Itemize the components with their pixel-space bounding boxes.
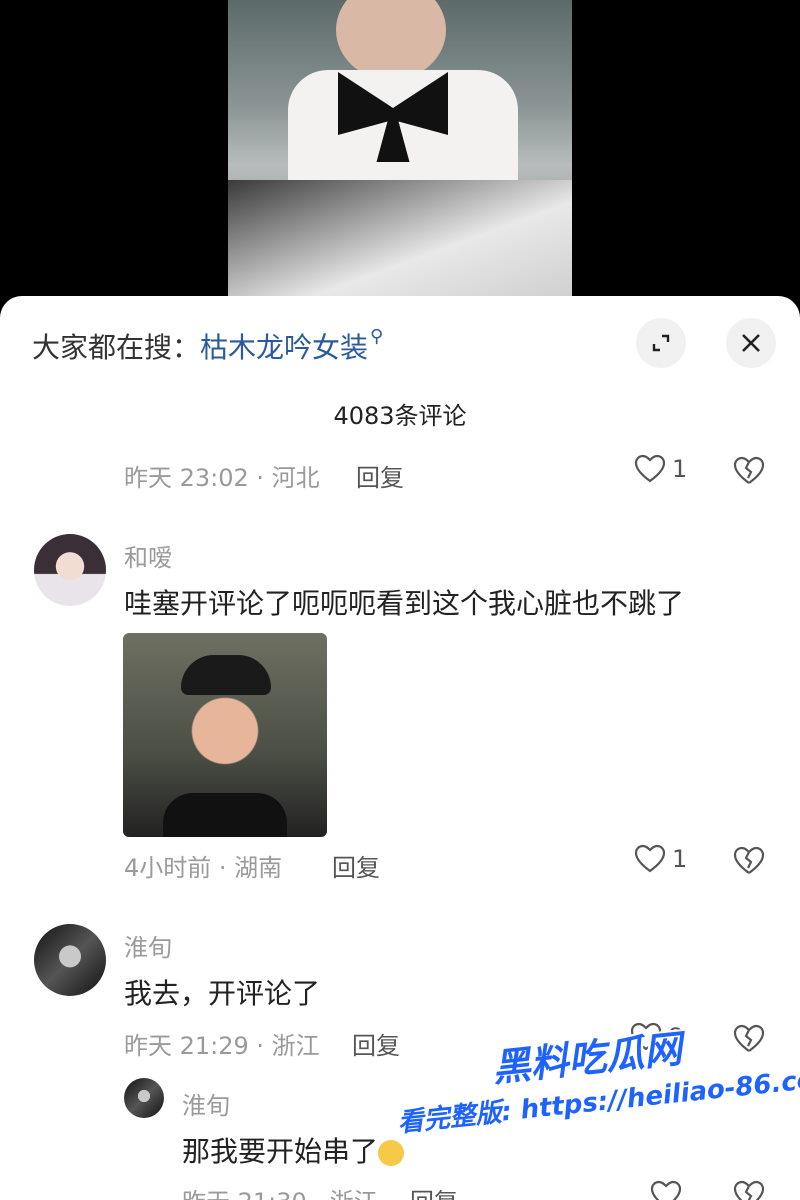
video-figure-head: [336, 0, 446, 80]
avatar[interactable]: [124, 1078, 164, 1118]
like-count: 1: [672, 455, 688, 483]
broken-heart-icon: [733, 846, 765, 874]
emoji-icon: [378, 1140, 405, 1166]
video-figure-skirt: [228, 180, 572, 300]
close-button[interactable]: [726, 318, 776, 368]
heart-icon: [634, 454, 666, 483]
like-button[interactable]: [650, 1180, 682, 1200]
broken-heart-icon: [733, 1180, 765, 1200]
expand-icon: [652, 334, 670, 352]
reply-button[interactable]: 回复: [332, 848, 380, 883]
comment-image-hair: [181, 655, 271, 695]
like-count: 1: [672, 845, 688, 873]
comment-time-location: 4小时前 · 湖南: [124, 854, 283, 882]
comment-text-content: 那我要开始串了: [182, 1135, 379, 1168]
video-frame: [228, 0, 572, 300]
comment-username[interactable]: 淮旬: [182, 1086, 230, 1121]
comment-text: 我去，开评论了: [124, 977, 321, 1010]
reply-button[interactable]: 回复: [410, 1182, 458, 1200]
comments-sheet: 大家都在搜：枯木龙吟女装 ⚲ 4083条评论 昨天 23:02 · 河北 回复 1…: [0, 296, 800, 1200]
comment-text: 哇塞开评论了呃呃呃看到这个我心脏也不跳了: [124, 587, 685, 620]
trending-search-term[interactable]: 枯木龙吟女装: [200, 331, 368, 364]
comment-time-location: 昨天 21:29 · 浙江: [124, 1032, 320, 1060]
comment-image-shirt: [163, 793, 287, 837]
comment-time-location: 昨天 23:02 · 河北: [124, 464, 320, 492]
dislike-button[interactable]: [733, 1180, 765, 1200]
trending-search[interactable]: 大家都在搜：枯木龙吟女装 ⚲: [32, 326, 383, 366]
dislike-button[interactable]: [733, 456, 765, 490]
like-button[interactable]: 1: [634, 844, 687, 874]
comment-time-location: 昨天 21:30 · 浙江: [182, 1182, 378, 1200]
expand-button[interactable]: [636, 318, 686, 368]
close-icon: [742, 334, 760, 352]
avatar[interactable]: [34, 534, 106, 606]
heart-icon: [634, 844, 666, 873]
comment-text: 那我要开始串了: [182, 1130, 405, 1170]
reply-button[interactable]: 回复: [356, 458, 404, 493]
broken-heart-icon: [733, 456, 765, 484]
comment-username[interactable]: 和嗳: [124, 538, 172, 573]
comment-username[interactable]: 淮旬: [124, 928, 172, 963]
dislike-button[interactable]: [733, 846, 765, 880]
video-player[interactable]: [0, 0, 800, 300]
heart-icon: [650, 1180, 682, 1200]
like-button[interactable]: 1: [634, 454, 687, 484]
trending-search-prefix: 大家都在搜：: [32, 331, 201, 364]
watermark: 黑料吃瓜网 看完整版: https://heiliao-86.com: [390, 1001, 800, 1139]
avatar[interactable]: [34, 924, 106, 996]
comment-count: 4083条评论: [333, 402, 467, 430]
search-icon: ⚲: [370, 326, 384, 347]
comment-image[interactable]: [123, 633, 327, 837]
